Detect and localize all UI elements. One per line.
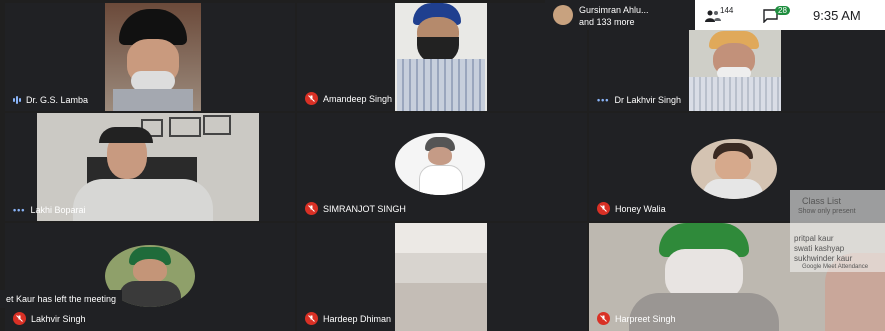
participant-name: SIMRANJOT SINGH <box>305 202 406 215</box>
participant-avatar <box>395 133 485 195</box>
speaking-indicator-icon <box>13 96 21 104</box>
participant-name: Honey Walia <box>597 202 666 215</box>
participant-tile[interactable]: Amandeep Singh <box>297 3 587 111</box>
participant-avatar <box>691 139 777 199</box>
class-list-entry: swati kashyap <box>794 244 845 253</box>
participant-video <box>105 3 201 111</box>
mic-off-icon <box>597 312 610 325</box>
participant-video <box>395 3 487 111</box>
participant-tile[interactable]: Lakhvir Singh <box>5 223 295 331</box>
class-list-title: Class List <box>802 196 842 206</box>
people-button[interactable]: 144 <box>705 6 745 24</box>
meeting-top-bar: Gursimran Ahlu... and 133 more 144 28 9:… <box>545 0 885 30</box>
mic-off-icon <box>597 202 610 215</box>
participant-name: ••• Dr Lakhvir Singh <box>597 95 681 105</box>
class-list-entry: pritpal kaur <box>794 234 834 243</box>
participant-video <box>689 29 781 111</box>
more-options-icon: ••• <box>597 95 610 105</box>
participant-name: Hardeep Dhiman <box>305 312 391 325</box>
participant-tile[interactable]: SIMRANJOT SINGH <box>297 113 587 221</box>
class-list-entry: sukhwinder kaur <box>794 254 853 263</box>
more-participants-label: and 133 more <box>579 17 635 27</box>
people-icon <box>705 10 721 22</box>
chat-count-badge: 28 <box>775 6 790 15</box>
presenter-name: Gursimran Ahlu... <box>579 5 649 15</box>
notification-toast: et Kaur has left the meeting <box>0 290 123 308</box>
presenter-avatar <box>553 5 573 25</box>
participant-name: Dr. G.S. Lamba <box>13 95 88 105</box>
mic-off-icon <box>305 92 318 105</box>
class-list-panel[interactable]: Class List Show only present pritpal kau… <box>790 190 885 272</box>
participant-tile[interactable]: Hardeep Dhiman <box>297 223 587 331</box>
more-options-icon: ••• <box>13 205 26 215</box>
clock: 9:35 AM <box>813 8 861 23</box>
participant-name: ••• Lakhi Boparai <box>13 205 86 215</box>
class-list-footer: Google Meet Attendance <box>802 264 869 270</box>
show-present-toggle[interactable]: Show only present <box>798 208 856 215</box>
people-count: 144 <box>720 6 734 15</box>
participant-tile[interactable]: Dr. G.S. Lamba <box>5 3 295 111</box>
mic-off-icon <box>305 312 318 325</box>
participant-video <box>395 223 487 331</box>
mic-off-icon <box>13 312 26 325</box>
participant-name: Amandeep Singh <box>305 92 392 105</box>
participant-tile[interactable]: ••• Lakhi Boparai <box>5 113 295 221</box>
participant-name: Lakhvir Singh <box>13 312 86 325</box>
presenter-chip[interactable]: Gursimran Ahlu... and 133 more <box>545 0 695 30</box>
chat-button[interactable]: 28 <box>763 6 799 24</box>
participant-name: Harpreet Singh <box>597 312 676 325</box>
mic-off-icon <box>305 202 318 215</box>
